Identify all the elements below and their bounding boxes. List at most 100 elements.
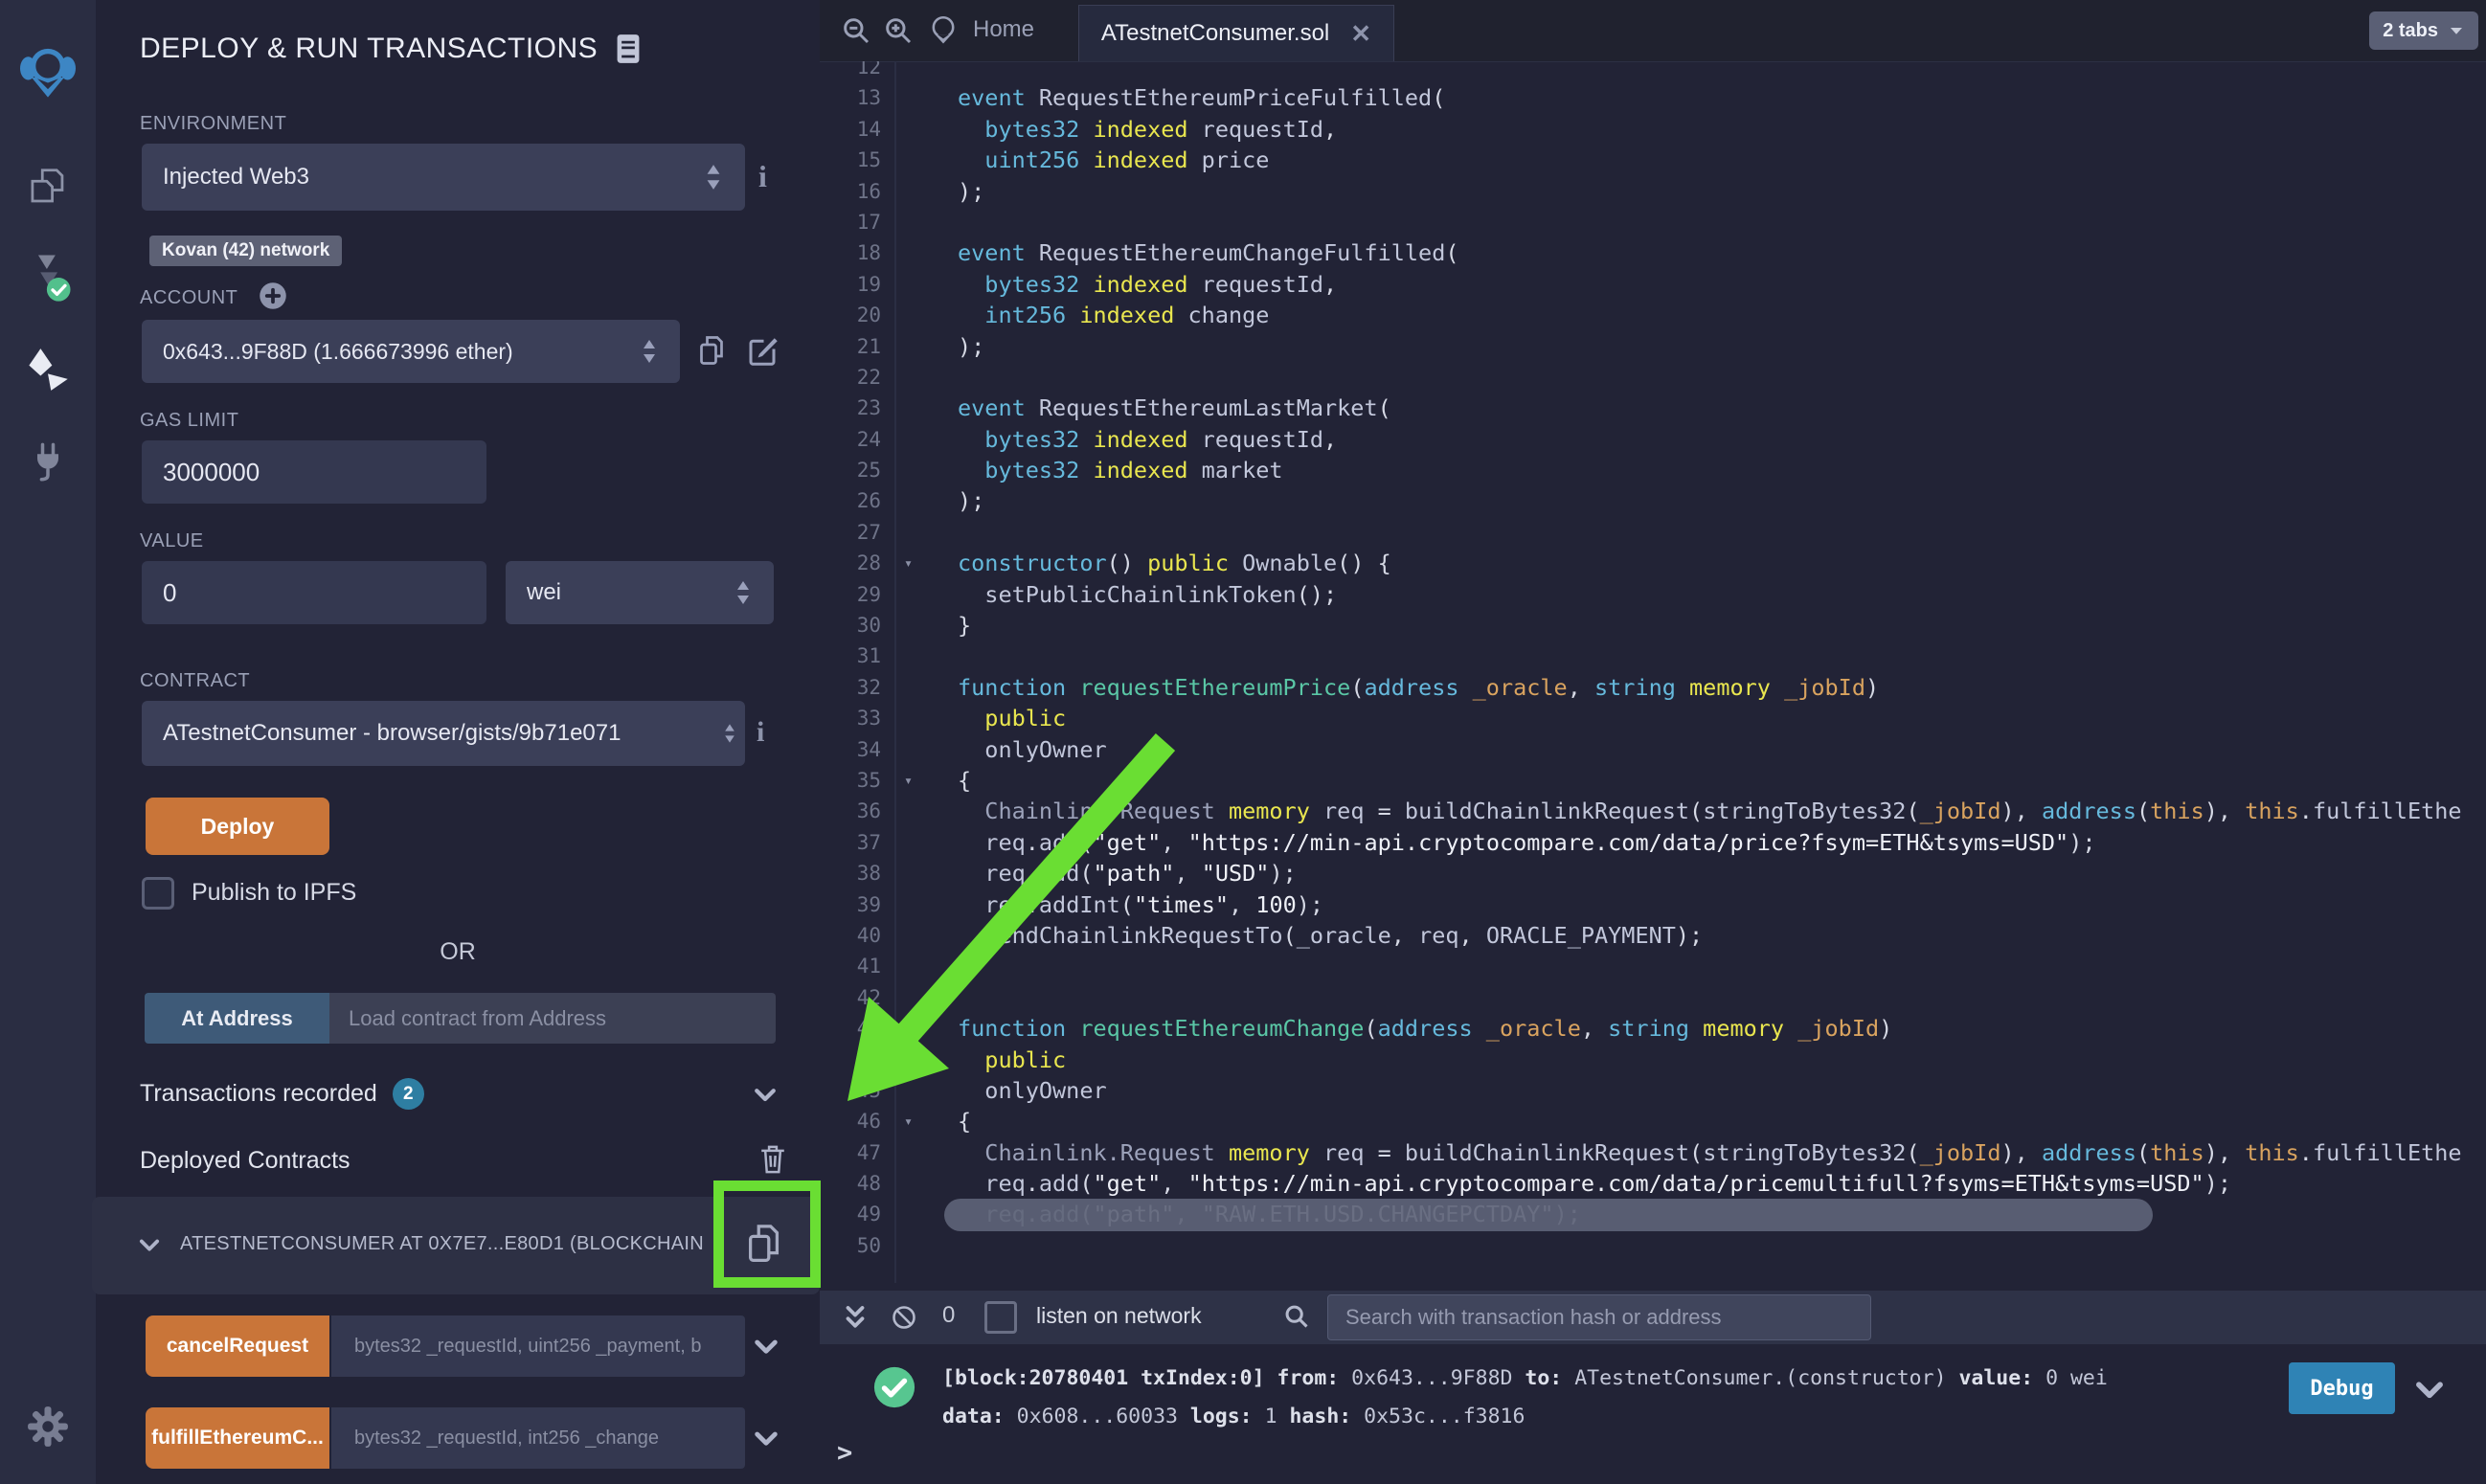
gas-limit-label: GAS LIMIT (140, 410, 238, 432)
collapse-terminal-icon[interactable] (841, 1303, 870, 1332)
line-number: 46 (820, 1106, 881, 1136)
code-line: 24 bytes32 indexed requestId, (820, 424, 2486, 455)
line-number: 19 (820, 269, 881, 300)
terminal-search-placeholder: Search with transaction hash or address (1345, 1305, 1722, 1330)
code-line: 40 sendChainlinkRequestTo(_oracle, req, … (820, 920, 2486, 951)
copy-account-icon[interactable] (694, 333, 729, 368)
code-line: 28▾constructor() public Ownable() { (820, 548, 2486, 578)
transactions-recorded-header[interactable]: Transactions recorded 2 (140, 1078, 424, 1110)
file-explorer-icon[interactable] (26, 165, 70, 209)
tab-home[interactable]: Home (927, 13, 1034, 46)
fulfill-ethereum-change-button[interactable]: fulfillEthereumC... (146, 1407, 329, 1469)
plugin-manager-icon[interactable] (27, 440, 69, 483)
zoom-in-icon[interactable] (883, 15, 914, 46)
code-line: 38 req.add("path", "USD"); (820, 858, 2486, 888)
at-address-input[interactable]: Load contract from Address (329, 993, 776, 1044)
deployed-contract-row[interactable]: ATESTNETCONSUMER AT 0X7E7...E80D1 (BLOCK… (92, 1197, 820, 1294)
contract-select[interactable]: ATestnetConsumer - browser/gists/9b71e07… (142, 701, 745, 766)
expand-args-chevron-icon[interactable] (751, 1331, 781, 1361)
code-line: 43function requestEthereumChange(address… (820, 1013, 2486, 1044)
publish-ipfs-checkbox[interactable] (142, 877, 174, 910)
line-number: 45 (820, 1075, 881, 1106)
transactions-chevron-down-icon[interactable] (751, 1080, 780, 1109)
select-arrows-icon (734, 579, 753, 606)
account-label: ACCOUNT (140, 287, 237, 309)
value-amount: 0 (163, 578, 176, 608)
clear-console-icon[interactable] (891, 1304, 917, 1331)
annotation-highlight-box (713, 1180, 821, 1288)
debug-button[interactable]: Debug (2289, 1362, 2395, 1414)
add-account-icon[interactable] (259, 281, 287, 310)
fulfill-ethereum-change-params-input[interactable]: bytes32 _requestId, int256 _change (331, 1407, 745, 1469)
environment-info-icon[interactable]: i (758, 159, 767, 194)
value-unit: wei (527, 579, 561, 606)
remix-logo-icon[interactable] (20, 44, 76, 100)
settings-gear-icon[interactable] (27, 1405, 69, 1448)
cancel-request-params-input[interactable]: bytes32 _requestId, uint256 _payment, b (331, 1315, 745, 1377)
horizontal-scrollbar[interactable] (944, 1199, 2153, 1231)
edit-account-icon[interactable] (745, 333, 780, 368)
deployed-contracts-label: Deployed Contracts (140, 1147, 350, 1175)
line-number: 22 (820, 362, 881, 393)
pending-tx-count: 0 (942, 1302, 955, 1329)
close-tab-icon[interactable]: ✕ (1350, 19, 1371, 49)
code-line: 14 bytes32 indexed requestId, (820, 114, 2486, 145)
line-number: 50 (820, 1230, 881, 1261)
terminal-prompt[interactable]: > (837, 1438, 852, 1468)
expand-log-chevron-icon[interactable] (2411, 1371, 2448, 1407)
code-line: 17 (820, 207, 2486, 237)
code-line: 46▾{ (820, 1106, 2486, 1136)
tab-atestnetconsumer[interactable]: ATestnetConsumer.sol ✕ (1078, 5, 1394, 61)
zoom-out-icon[interactable] (841, 15, 871, 46)
fold-marker-icon[interactable]: ▾ (904, 765, 913, 796)
listen-network-checkbox[interactable] (984, 1301, 1017, 1334)
at-address-button[interactable]: At Address (145, 993, 329, 1044)
code-line: 29 setPublicChainlinkToken(); (820, 579, 2486, 610)
tabs-count-badge[interactable]: 2 tabs (2369, 11, 2478, 50)
chevron-down-icon (2448, 22, 2465, 39)
code-line: 15 uint256 indexed price (820, 145, 2486, 175)
tab-home-label: Home (973, 16, 1034, 43)
account-select[interactable]: 0x643...9F88D (1.666673996 ether) (142, 320, 680, 383)
fulfill-ethereum-change-params: bytes32 _requestId, int256 _change (354, 1428, 659, 1450)
contract-value: ATestnetConsumer - browser/gists/9b71e07… (163, 720, 621, 747)
deployed-contracts-header: Deployed Contracts (140, 1147, 350, 1175)
transactions-count-badge: 2 (393, 1078, 424, 1110)
environment-select[interactable]: Injected Web3 (142, 144, 745, 211)
line-number: 35 (820, 765, 881, 796)
contract-expand-chevron-icon[interactable] (136, 1231, 163, 1258)
line-number: 44 (820, 1045, 881, 1075)
code-editor[interactable]: 1213event RequestEthereumPriceFulfilled(… (820, 61, 2486, 1283)
expand-args-chevron-icon[interactable] (751, 1423, 781, 1453)
line-number: 47 (820, 1137, 881, 1168)
panel-title: DEPLOY & RUN TRANSACTIONS (140, 33, 642, 65)
contract-info-icon[interactable]: i (757, 716, 764, 749)
deploy-and-run-icon[interactable] (25, 347, 71, 393)
line-number: 28 (820, 548, 881, 578)
terminal: 0 listen on network Search with transact… (820, 1283, 2486, 1484)
code-line: 30} (820, 610, 2486, 641)
line-number: 20 (820, 300, 881, 330)
line-number: 27 (820, 517, 881, 548)
code-line: 20 int256 indexed change (820, 300, 2486, 330)
line-number: 41 (820, 951, 881, 981)
value-input[interactable]: 0 (142, 561, 486, 624)
gas-limit-input[interactable]: 3000000 (142, 440, 486, 504)
trash-icon[interactable] (757, 1143, 788, 1176)
code-line: 36 Chainlink.Request memory req = buildC… (820, 796, 2486, 826)
terminal-search-input[interactable]: Search with transaction hash or address (1327, 1294, 1871, 1340)
code-line: 44 public (820, 1045, 2486, 1075)
panel-title-text: DEPLOY & RUN TRANSACTIONS (140, 33, 598, 65)
solidity-compiler-icon[interactable] (24, 251, 72, 304)
code-line: 45 onlyOwner (820, 1075, 2486, 1106)
fold-marker-icon[interactable]: ▾ (904, 548, 913, 578)
line-number: 18 (820, 237, 881, 268)
cancel-request-button[interactable]: cancelRequest (146, 1315, 329, 1377)
transaction-log[interactable]: [block:20780401 txIndex:0] from: 0x643..… (942, 1360, 2108, 1436)
line-number: 49 (820, 1199, 881, 1229)
value-unit-select[interactable]: wei (506, 561, 774, 624)
fold-marker-icon[interactable]: ▾ (904, 1106, 913, 1136)
at-address-placeholder: Load contract from Address (349, 1006, 606, 1031)
editor-tabbar: Home ATestnetConsumer.sol ✕ 2 tabs (820, 0, 2486, 62)
deploy-button[interactable]: Deploy (146, 798, 329, 855)
